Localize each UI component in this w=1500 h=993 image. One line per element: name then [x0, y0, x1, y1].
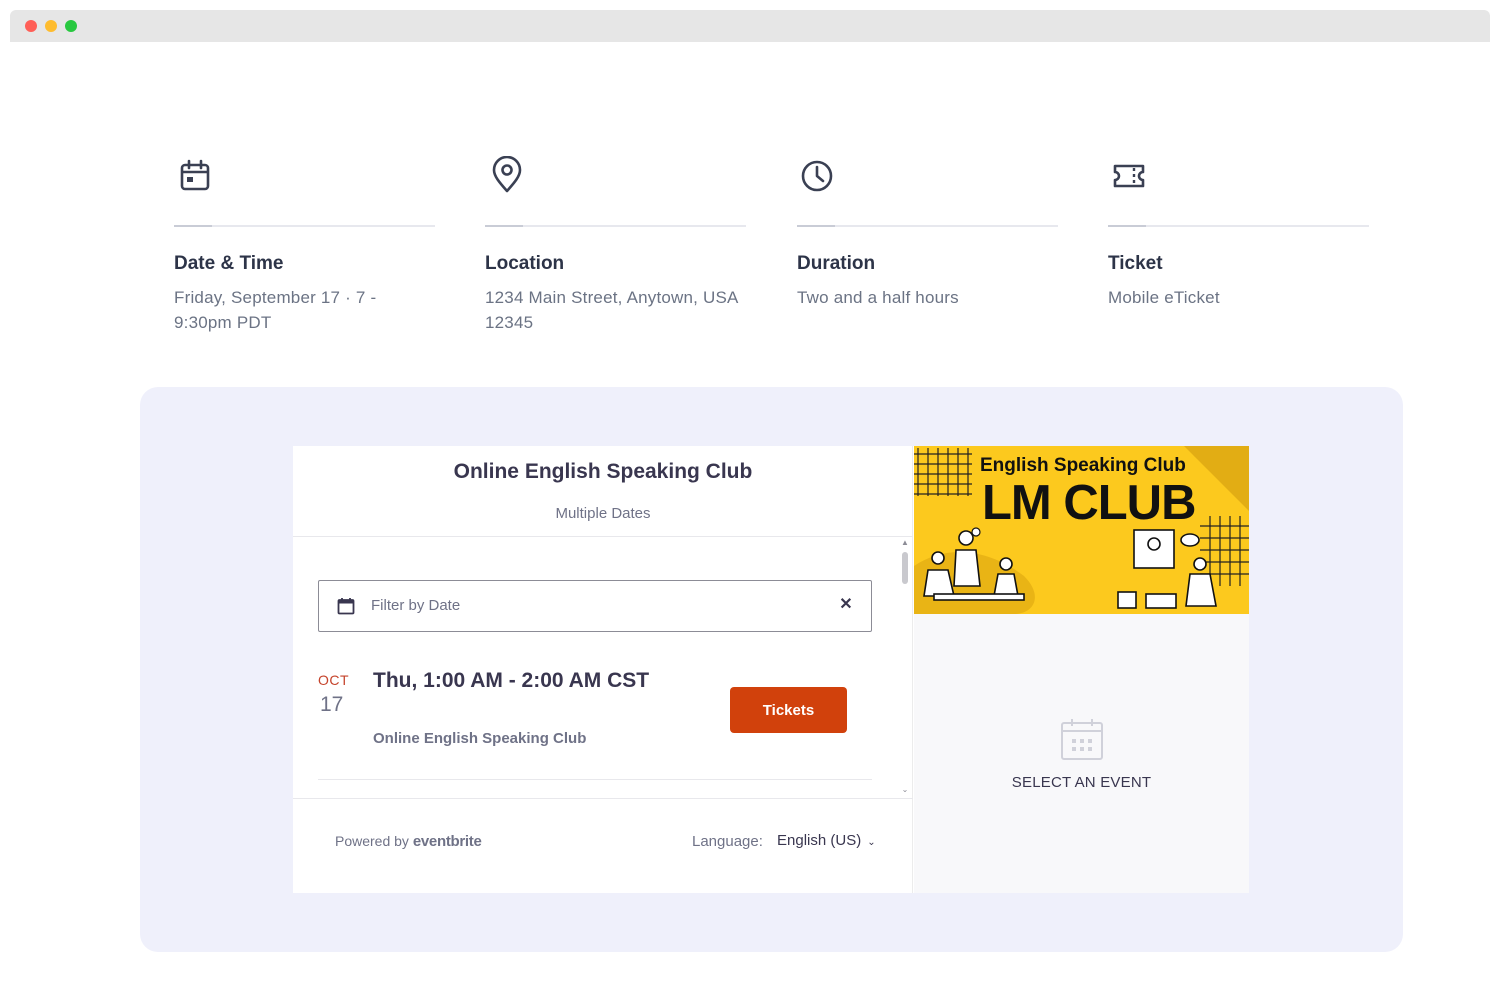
banner-subtitle: English Speaking Club — [980, 455, 1186, 476]
widget-subtitle: Multiple Dates — [555, 505, 651, 522]
divider — [293, 536, 913, 537]
info-value: Friday, September 17 · 7 - 9:30pm PDT — [174, 288, 377, 332]
divider — [485, 225, 746, 227]
widget-title: Online English Speaking Club — [453, 460, 753, 483]
calendar-placeholder-icon — [1061, 719, 1103, 760]
window-close-button[interactable] — [25, 20, 37, 32]
divider — [318, 779, 872, 780]
info-label: Ticket — [1108, 253, 1163, 274]
ticket-icon — [1113, 164, 1145, 188]
select-an-event-message: SELECT AN EVENT — [1011, 774, 1152, 791]
info-date-time: Date & Time Friday, September 17 · 7 - 9… — [174, 156, 435, 335]
eventbrite-widget: Online English Speaking Club Multiple Da… — [293, 446, 1249, 893]
info-ticket: Ticket Mobile eTicket — [1108, 156, 1369, 310]
filter-placeholder: Filter by Date — [371, 597, 461, 614]
info-label: Location — [485, 253, 565, 274]
calendar-icon — [180, 159, 210, 191]
divider — [1108, 225, 1369, 227]
info-location: Location 1234 Main Street, Anytown, USA … — [485, 155, 746, 335]
browser-titlebar — [10, 10, 1490, 42]
chevron-down-icon: ⌄ — [867, 837, 876, 848]
event-time: Thu, 1:00 AM - 2:00 AM CST — [373, 669, 650, 692]
language-select[interactable]: English (US) ⌄ — [777, 832, 876, 849]
info-duration: Duration Two and a half hours — [797, 156, 1058, 310]
scroll-up-arrow-icon[interactable]: ▲ — [900, 539, 910, 547]
info-label: Date & Time — [174, 253, 284, 274]
language-label: Language: — [692, 833, 763, 850]
divider — [293, 798, 913, 799]
language-value: English (US) — [777, 832, 862, 849]
info-value: Mobile eTicket — [1108, 288, 1220, 307]
powered-by-label: Powered by — [335, 833, 409, 849]
location-pin-icon — [492, 155, 522, 193]
window-minimize-button[interactable] — [45, 20, 57, 32]
event-day: 17 — [320, 693, 344, 716]
divider — [174, 225, 435, 227]
event-name: Online English Speaking Club — [373, 730, 587, 747]
event-month: OCT — [318, 672, 350, 688]
widget-event-list: Online English Speaking Club Multiple Da… — [293, 446, 913, 893]
window-maximize-button[interactable] — [65, 20, 77, 32]
tickets-button[interactable]: Tickets — [730, 687, 847, 733]
divider — [797, 225, 1058, 227]
scrollbar-thumb[interactable] — [902, 552, 908, 584]
powered-by[interactable]: Powered by eventbrite — [335, 833, 482, 850]
event-banner-image: English Speaking Club LM CLUB — [914, 446, 1249, 614]
eventbrite-logo[interactable]: eventbrite — [413, 833, 482, 850]
scroll-down-chevron-icon[interactable]: ⌄ — [900, 786, 910, 794]
info-label: Duration — [797, 253, 876, 274]
widget-event-detail: English Speaking Club LM CLUB SELECT AN … — [914, 446, 1249, 893]
banner-title: LM CLUB — [982, 476, 1196, 530]
clock-icon — [801, 160, 833, 192]
clear-filter-icon[interactable]: ✕ — [837, 595, 855, 615]
info-value: Two and a half hours — [797, 288, 959, 307]
filter-by-date-input[interactable]: Filter by Date ✕ — [318, 580, 872, 632]
info-value: 1234 Main Street, Anytown, USA 12345 — [485, 288, 738, 332]
calendar-icon — [337, 598, 355, 615]
